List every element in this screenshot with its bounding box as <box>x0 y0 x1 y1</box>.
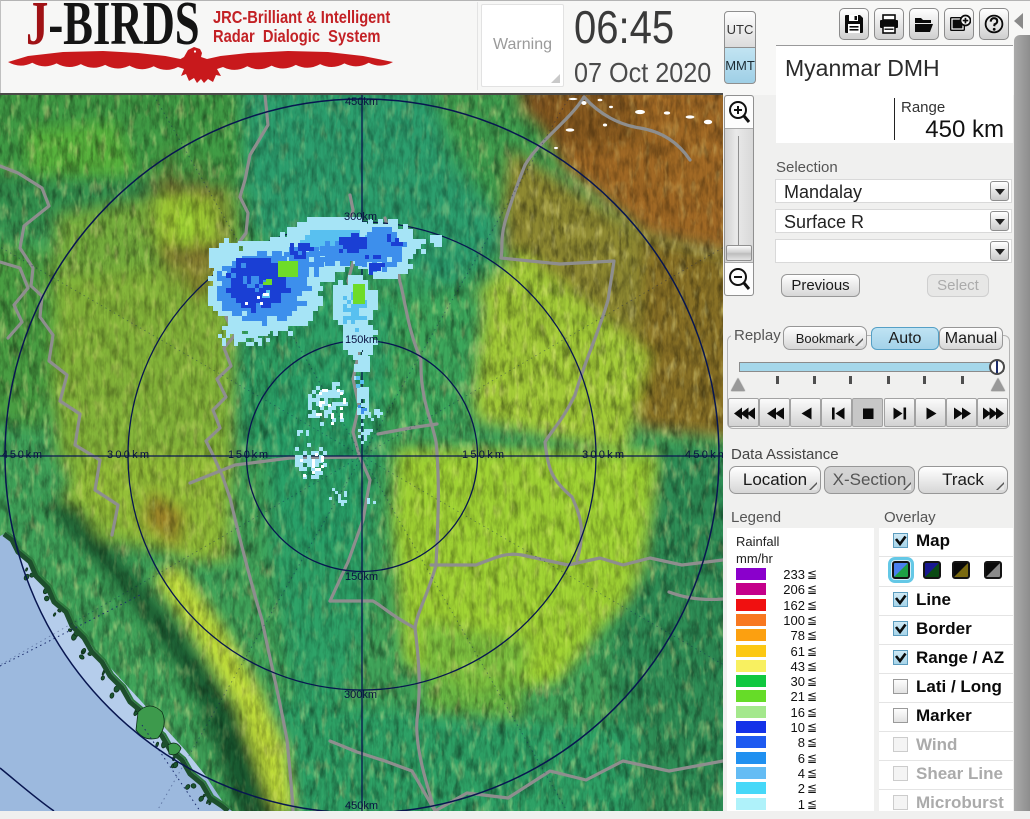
svg-text:150km: 150km <box>345 334 378 346</box>
svg-text:150km: 150km <box>345 571 378 583</box>
svg-text:450km: 450km <box>345 96 378 108</box>
svg-text:300km: 300km <box>344 689 377 701</box>
svg-text:150km: 150km <box>228 449 268 461</box>
svg-text:450km: 450km <box>685 449 723 461</box>
svg-text:450km: 450km <box>345 800 378 811</box>
svg-text:450km: 450km <box>2 449 42 461</box>
svg-text:300km: 300km <box>344 211 377 223</box>
